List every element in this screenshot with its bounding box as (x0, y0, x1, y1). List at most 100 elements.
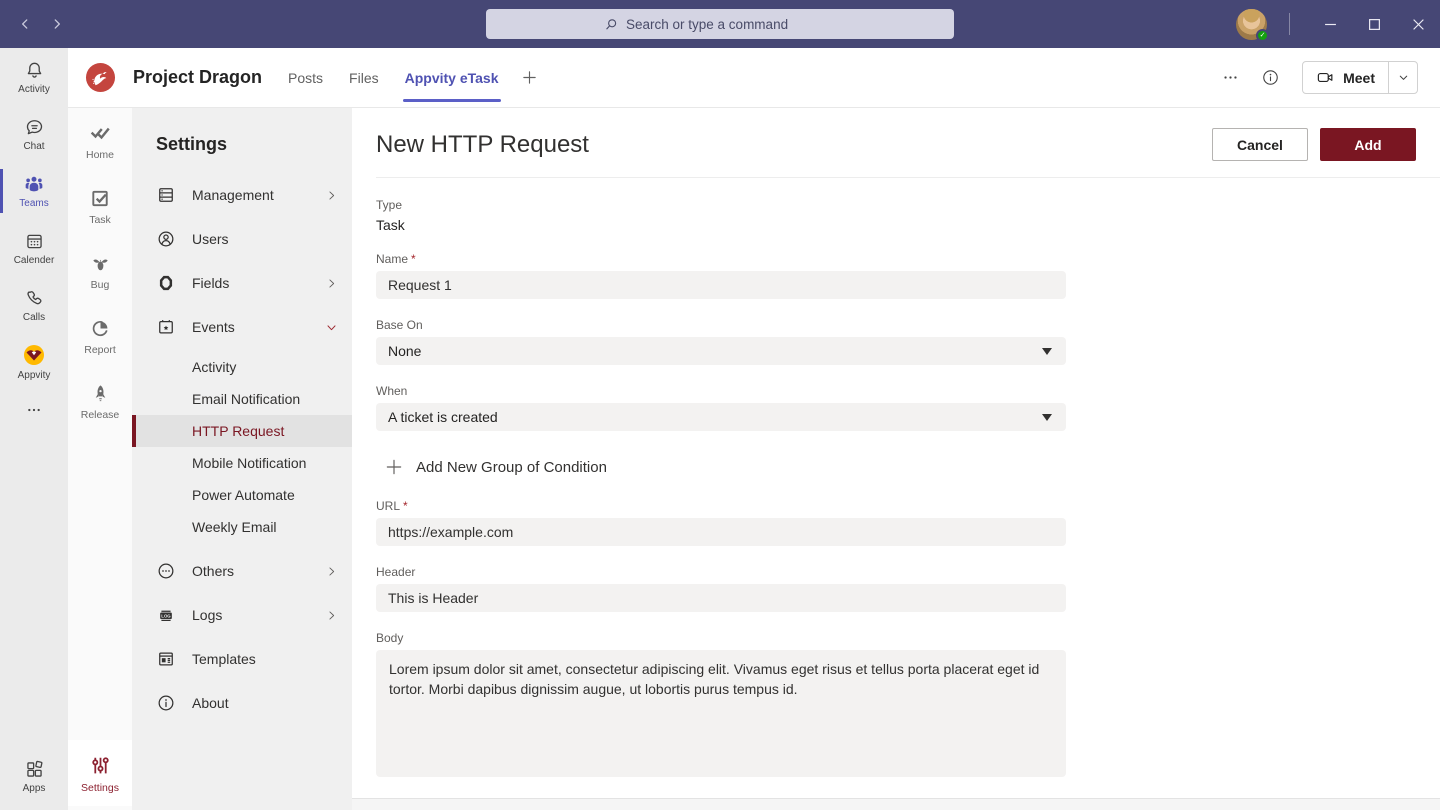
horizontal-scrollbar[interactable] (352, 798, 1440, 810)
chevron-right-icon[interactable] (325, 189, 338, 202)
settings-nav: Settings Management Users Fields Events … (132, 108, 352, 810)
more-options-icon[interactable] (1222, 69, 1239, 86)
dropdown-caret-icon (1042, 413, 1052, 421)
name-input[interactable] (376, 271, 1066, 299)
meet-button[interactable]: Meet (1303, 62, 1389, 93)
titlebar-divider (1289, 13, 1290, 35)
settings-nav-subitem-power-automate[interactable]: Power Automate (132, 479, 352, 511)
required-marker: * (403, 499, 408, 513)
chevron-down-icon[interactable] (325, 321, 338, 334)
tab-files[interactable]: Files (349, 48, 379, 108)
rail-item-appvity[interactable]: Appvity (0, 334, 68, 390)
settings-nav-item-users[interactable]: Users (132, 217, 352, 261)
settings-nav-item-about[interactable]: About (132, 681, 352, 725)
module-item-report[interactable]: Report (68, 304, 132, 368)
add-button[interactable]: Add (1320, 128, 1416, 161)
rail-item-teams[interactable]: Teams (0, 163, 68, 219)
base-on-dropdown[interactable]: None (376, 337, 1066, 365)
settings-nav-subitem-http-request[interactable]: HTTP Request (132, 415, 352, 447)
about-icon (156, 693, 176, 713)
settings-nav-subitem-email-notification[interactable]: Email Notification (132, 383, 352, 415)
settings-nav-subitem-mobile-notification[interactable]: Mobile Notification (132, 447, 352, 479)
maximize-icon[interactable] (1352, 0, 1396, 48)
meet-dropdown-icon[interactable] (1389, 62, 1417, 93)
settings-nav-subitem-weekly-email[interactable]: Weekly Email (132, 511, 352, 543)
settings-nav-item-management[interactable]: Management (132, 173, 352, 217)
required-marker: * (411, 252, 416, 266)
forward-icon[interactable] (48, 15, 66, 33)
info-icon[interactable] (1261, 68, 1280, 87)
chat-icon (26, 119, 42, 134)
users-icon (156, 229, 176, 249)
logs-icon: LOG (156, 605, 176, 625)
camera-icon (1317, 72, 1333, 83)
settings-nav-item-events[interactable]: Events (132, 305, 352, 349)
back-icon[interactable] (16, 15, 34, 33)
release-icon (95, 384, 105, 401)
team-name: Project Dragon (133, 67, 263, 87)
main-panel: New HTTP Request Cancel Add Type Task Na… (352, 108, 1440, 810)
rail-item-chat[interactable]: Chat (0, 106, 68, 162)
header-input[interactable] (376, 584, 1066, 612)
field-when: When A ticket is created (376, 384, 1066, 431)
meet-split-button: Meet (1302, 61, 1418, 94)
fields-icon (156, 273, 176, 293)
chevron-right-icon[interactable] (325, 609, 338, 622)
settings-sliders-icon (91, 756, 109, 773)
page-title: New HTTP Request (376, 130, 589, 158)
close-icon[interactable] (1396, 0, 1440, 48)
type-value: Task (376, 217, 405, 233)
task-icon (91, 190, 108, 206)
settings-nav-item-logs[interactable]: LOG Logs (132, 593, 352, 637)
plus-icon (384, 457, 404, 477)
module-rail: Home Task Bug Report Release Settings (68, 108, 132, 810)
add-tab-icon[interactable] (521, 69, 538, 86)
rail-item-calls[interactable]: Calls (0, 277, 68, 333)
field-type: Type Task (376, 198, 1066, 233)
chevron-right-icon[interactable] (325, 277, 338, 290)
rail-more-icon[interactable] (0, 390, 68, 430)
events-icon (156, 317, 176, 337)
settings-nav-item-templates[interactable]: Templates (132, 637, 352, 681)
home-icon (90, 127, 110, 140)
minimize-icon[interactable] (1308, 0, 1352, 48)
settings-nav-title: Settings (156, 134, 228, 154)
module-item-task[interactable]: Task (68, 174, 132, 238)
search-input[interactable] (626, 16, 836, 32)
settings-nav-item-fields[interactable]: Fields (132, 261, 352, 305)
module-item-release[interactable]: Release (68, 369, 132, 433)
templates-icon (156, 649, 176, 669)
body-textarea[interactable]: Lorem ipsum dolor sit amet, consectetur … (376, 650, 1066, 777)
rail-item-calendar[interactable]: Calender (0, 220, 68, 276)
settings-nav-subitem-activity[interactable]: Activity (132, 351, 352, 383)
chevron-right-icon[interactable] (325, 565, 338, 578)
tab-appvity-etask[interactable]: Appvity eTask (402, 48, 501, 108)
events-sub-list: Activity Email Notification HTTP Request… (132, 351, 352, 543)
when-dropdown[interactable]: A ticket is created (376, 403, 1066, 431)
field-url: URL * (376, 499, 1066, 546)
bug-icon (92, 258, 108, 270)
settings-nav-item-others[interactable]: Others (132, 549, 352, 593)
dropdown-caret-icon (1042, 347, 1052, 355)
avatar[interactable]: ✓ (1236, 8, 1269, 42)
calendar-icon (26, 234, 42, 248)
phone-icon (26, 290, 41, 304)
module-item-home[interactable]: Home (68, 109, 132, 173)
titlebar: ✓ (0, 0, 1440, 48)
module-item-settings[interactable]: Settings (68, 740, 132, 806)
rail-item-apps[interactable]: Apps (0, 748, 68, 804)
field-base-on: Base On None (376, 318, 1066, 365)
report-icon (92, 320, 108, 336)
rail-item-activity[interactable]: Activity (0, 49, 68, 105)
url-input[interactable] (376, 518, 1066, 546)
others-icon (156, 561, 176, 581)
cancel-button[interactable]: Cancel (1212, 128, 1308, 161)
module-item-bug[interactable]: Bug (68, 239, 132, 303)
command-search[interactable] (486, 9, 954, 39)
tab-posts[interactable]: Posts (288, 48, 323, 108)
app-rail: Activity Chat Teams Calender Calls Appvi… (0, 48, 68, 810)
field-body: Body Lorem ipsum dolor sit amet, consect… (376, 631, 1066, 782)
bell-icon (27, 62, 41, 78)
apps-icon (26, 760, 42, 777)
add-condition-button[interactable]: Add New Group of Condition (384, 457, 1066, 477)
